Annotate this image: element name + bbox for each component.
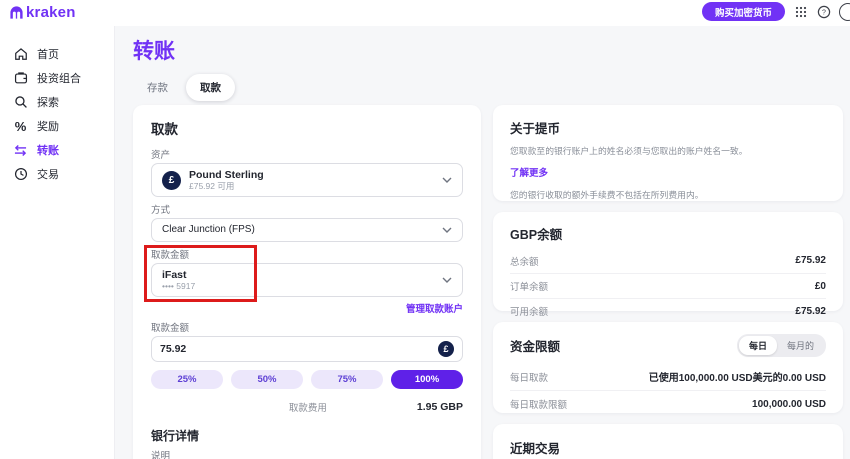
withdraw-account-group: 取款金额 iFast •••• 5917 <box>151 250 463 297</box>
limits-row-max: 每日取款限额 100,000.00 USD <box>510 390 826 417</box>
kraken-logo-icon <box>9 5 24 20</box>
percent-icon: % <box>13 119 28 134</box>
gbp-coin-icon: £ <box>438 341 454 357</box>
sidebar-item-home[interactable]: 首页 <box>0 42 114 66</box>
limits-period-toggle: 每日 每月的 <box>737 334 826 357</box>
recent-title: 近期交易 <box>510 438 826 457</box>
account-masked-number: •••• 5917 <box>162 281 195 291</box>
about-line1: 您取款至的银行账户上的姓名必须与您取出的账户姓名一致。 <box>510 145 826 157</box>
asset-name: Pound Sterling <box>189 169 264 181</box>
sidebar-item-label: 探索 <box>37 94 59 110</box>
amount-field-wrap: £ <box>151 336 463 362</box>
balance-row-orders: 订单余额 £0 <box>510 273 826 298</box>
row-label: 每日取款 <box>510 370 548 384</box>
learn-more-link[interactable]: 了解更多 <box>510 165 548 179</box>
about-withdrawals-card: 关于提币 您取款至的银行账户上的姓名必须与您取出的账户姓名一致。 了解更多 您的… <box>493 105 843 201</box>
recent-transactions-card: 近期交易 <box>493 424 843 459</box>
sidebar-item-label: 转账 <box>37 142 59 158</box>
toggle-daily[interactable]: 每日 <box>739 336 777 355</box>
chevron-down-icon <box>442 277 452 283</box>
gbp-balance-card: GBP余额 总余额 £75.92 订单余额 £0 可用余额 £75.92 <box>493 212 843 311</box>
page-title: 转账 <box>133 35 175 65</box>
balance-row-total: 总余额 £75.92 <box>510 248 826 273</box>
percent-50-button[interactable]: 50% <box>231 370 303 389</box>
home-icon <box>13 47 28 62</box>
toggle-monthly[interactable]: 每月的 <box>777 336 824 355</box>
row-value: £75.92 <box>795 306 826 317</box>
amount-input[interactable] <box>160 343 438 355</box>
fee-value: 1.95 GBP <box>417 401 463 413</box>
sidebar-item-explore[interactable]: 探索 <box>0 90 114 114</box>
chevron-down-icon <box>442 227 452 233</box>
amount-label: 取款金额 <box>151 323 463 334</box>
content-area: 转账 存款 取款 取款 资产 £ Pound Sterling £75.92 可… <box>115 26 850 459</box>
bank-details-heading: 银行详情 <box>151 427 463 444</box>
withdraw-card: 取款 资产 £ Pound Sterling £75.92 可用 方式 Clea… <box>133 105 481 459</box>
balance-title: GBP余额 <box>510 224 826 243</box>
buy-crypto-button[interactable]: 购买加密货币 <box>702 2 785 21</box>
transfer-arrows-icon <box>13 143 28 158</box>
percent-25-button[interactable]: 25% <box>151 370 223 389</box>
tab-withdraw[interactable]: 取款 <box>186 74 235 101</box>
svg-text:?: ? <box>822 9 826 16</box>
sidebar-item-label: 交易 <box>37 166 59 182</box>
sidebar: 首页 投资组合 探索 % 奖励 <box>0 26 115 459</box>
percent-100-button[interactable]: 100% <box>391 370 463 389</box>
apps-grid-icon[interactable] <box>793 4 808 19</box>
fee-label: 取款费用 <box>289 400 327 414</box>
method-select[interactable]: Clear Junction (FPS) <box>151 218 463 242</box>
sidebar-item-portfolio[interactable]: 投资组合 <box>0 66 114 90</box>
sidebar-item-label: 奖励 <box>37 118 59 134</box>
gbp-coin-icon: £ <box>162 171 181 190</box>
kraken-app: kraken 购买加密货币 ? <box>0 0 850 459</box>
sidebar-item-trades[interactable]: 交易 <box>0 162 114 186</box>
about-title: 关于提币 <box>510 118 826 137</box>
asset-available: £75.92 可用 <box>189 181 264 191</box>
asset-label: 资产 <box>151 150 463 161</box>
kraken-logo-text: kraken <box>26 4 76 21</box>
topbar: kraken 购买加密货币 ? <box>0 0 850 26</box>
row-value: 100,000.00 USD <box>752 399 826 410</box>
withdraw-heading: 取款 <box>151 118 463 138</box>
account-select[interactable]: iFast •••• 5917 <box>151 263 463 297</box>
asset-select[interactable]: £ Pound Sterling £75.92 可用 <box>151 163 463 197</box>
chevron-down-icon <box>442 177 452 183</box>
method-value: Clear Junction (FPS) <box>162 224 255 236</box>
help-icon[interactable]: ? <box>816 4 831 19</box>
sidebar-item-label: 投资组合 <box>37 70 81 86</box>
manage-accounts-link[interactable]: 管理取款账户 <box>151 301 463 315</box>
funding-limits-card: 资金限额 每日 每月的 每日取款 已使用100,000.00 USD美元的0.0… <box>493 322 843 413</box>
row-label: 可用余额 <box>510 304 548 318</box>
row-label: 每日取款限额 <box>510 397 567 411</box>
row-value: 已使用100,000.00 USD美元的0.00 USD <box>649 369 826 384</box>
limits-row-used: 每日取款 已使用100,000.00 USD美元的0.00 USD <box>510 363 826 390</box>
about-line2: 您的银行收取的额外手续费不包括在所列费用内。 <box>510 189 826 201</box>
fee-row: 取款费用 1.95 GBP <box>151 400 463 414</box>
transfer-tabs: 存款 取款 <box>133 74 235 101</box>
kraken-logo[interactable]: kraken <box>9 4 76 21</box>
limits-title: 资金限额 <box>510 336 560 355</box>
clock-icon <box>13 167 28 182</box>
percent-buttons: 25% 50% 75% 100% <box>151 370 463 389</box>
row-label: 订单余额 <box>510 279 548 293</box>
account-label: 取款金额 <box>151 250 463 261</box>
row-label: 总余额 <box>510 254 539 268</box>
account-name: iFast <box>162 269 195 281</box>
sidebar-item-label: 首页 <box>37 46 59 62</box>
sidebar-item-rewards[interactable]: % 奖励 <box>0 114 114 138</box>
description-label: 说明 <box>151 451 463 459</box>
account-icon[interactable] <box>839 3 850 21</box>
method-label: 方式 <box>151 205 463 216</box>
tab-deposit[interactable]: 存款 <box>133 74 182 101</box>
percent-75-button[interactable]: 75% <box>311 370 383 389</box>
search-icon <box>13 95 28 110</box>
row-value: £75.92 <box>795 255 826 266</box>
portfolio-icon <box>13 71 28 86</box>
balance-row-available: 可用余额 £75.92 <box>510 298 826 323</box>
sidebar-item-transfer[interactable]: 转账 <box>0 138 114 162</box>
row-value: £0 <box>815 281 826 292</box>
